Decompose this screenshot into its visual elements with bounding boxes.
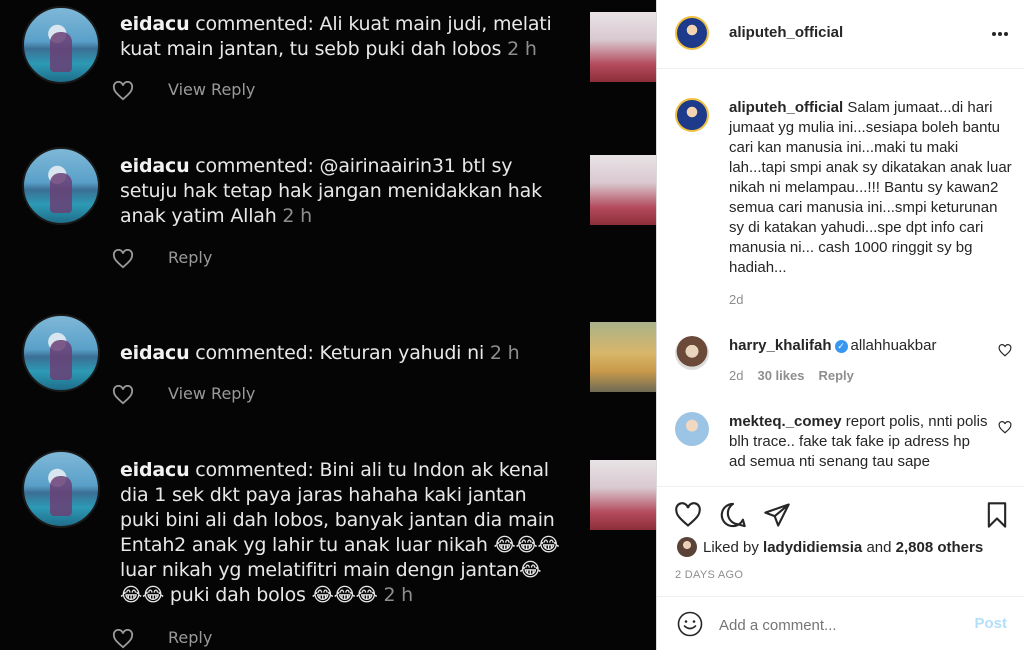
comment-time: 2 h [383,584,414,606]
comment-text: commented: Bini ali tu Indon ak kenal di… [120,459,560,606]
reply-link: Reply [168,248,213,267]
comment-bubble-icon[interactable] [719,501,747,529]
comment-username[interactable]: harry_khalifah [729,337,832,354]
post-caption: aliputeh_official Salam jumaat...di hari… [729,98,1013,307]
post-thumbnail [590,12,656,82]
caption-avatar[interactable] [675,98,709,132]
like-heart-icon[interactable] [674,501,702,529]
liker-avatar[interactable] [677,537,697,557]
caption-username[interactable]: aliputeh_official [729,99,843,116]
comment-row: harry_khalifah ✓ allahhuakbar 2d 30 likes Re… [729,336,989,383]
avatar[interactable] [675,16,709,50]
emoji-icon[interactable] [677,611,703,637]
reply-link: Reply [168,628,213,647]
commenter-avatar [22,147,100,225]
reply-link: View Reply [168,384,256,403]
caption-text: Salam jumaat...di hari jumaat yg mulia i… [729,99,1012,276]
heart-icon [112,80,134,100]
add-comment-bar: Post [657,596,1024,651]
post-header: aliputeh_official [657,0,1024,69]
post-sidebar: aliputeh_official aliputeh_official Sala… [656,0,1024,650]
comment-text: allahhuakbar [850,337,937,354]
embedded-comment-screenshot: eidacu commented: Ali kuat main judi, me… [0,0,656,650]
comment-user: eidacu [120,155,190,177]
heart-icon [112,248,134,268]
reply-button[interactable]: Reply [818,368,853,383]
comment-user: eidacu [120,342,190,364]
verified-badge-icon: ✓ [834,339,848,353]
more-horizontal-icon[interactable] [991,26,1009,42]
comment-time: 2d [729,368,744,383]
others-likes-link[interactable]: 2,808 others [896,539,984,556]
post-thumbnail [590,460,656,530]
commenter-avatar[interactable] [675,412,709,446]
commenter-avatar [22,6,100,84]
likes-summary: Liked by ladydidiemsia and 2,808 others [703,539,984,556]
post-date: 2 DAYS AGO [675,569,744,581]
comment-likes[interactable]: 30 likes [757,368,804,383]
like-comment-heart-icon[interactable] [998,421,1012,434]
comment-text: commented: Keturan yahudi ni [195,342,485,364]
like-comment-heart-icon[interactable] [998,344,1012,357]
post-button[interactable]: Post [974,615,1007,632]
heart-icon [112,384,134,404]
comment-time: 2 h [507,38,537,60]
liker-username[interactable]: ladydidiemsia [763,539,862,556]
heart-icon [112,628,134,648]
post-thumbnail [590,322,656,392]
commenter-avatar [22,450,100,528]
post-actions: Liked by ladydidiemsia and 2,808 others … [657,486,1024,651]
share-paper-plane-icon[interactable] [763,501,791,529]
reply-link: View Reply [168,80,256,99]
commenter-avatar[interactable] [675,336,709,370]
commenter-avatar [22,314,100,392]
comment-time: 2 h [282,205,312,227]
comment-user: eidacu [120,13,190,35]
comment-time: 2 h [489,342,520,364]
comment-username[interactable]: mekteq._comey [729,413,842,430]
comment-user: eidacu [120,459,190,481]
post-thumbnail [590,155,656,225]
bookmark-icon[interactable] [983,501,1011,529]
comment-input[interactable] [717,611,951,639]
header-username[interactable]: aliputeh_official [729,24,843,41]
comment-row: mekteq._comey report polis, nnti polis b… [729,412,989,484]
caption-time: 2d [729,292,744,307]
